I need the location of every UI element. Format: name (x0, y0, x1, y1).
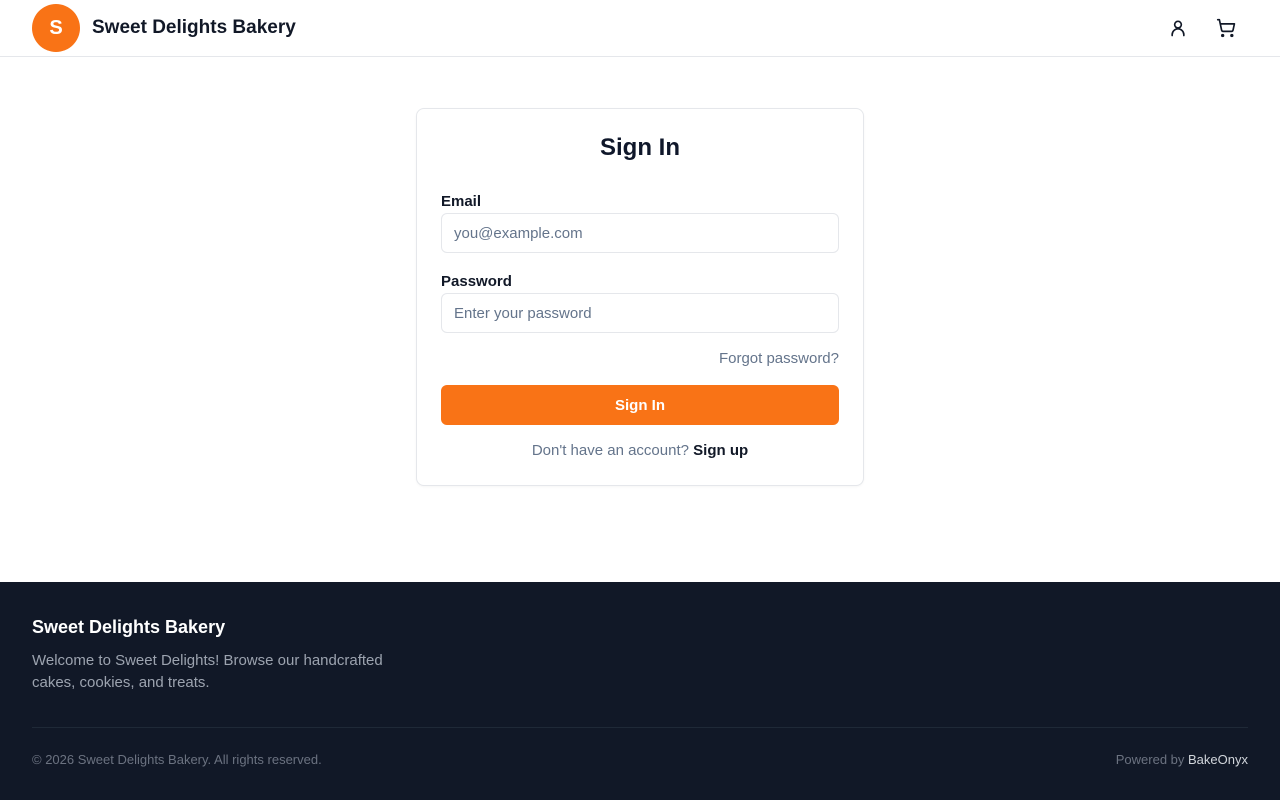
cart-button[interactable] (1210, 12, 1242, 44)
account-button[interactable] (1162, 12, 1194, 44)
email-label: Email (441, 193, 482, 210)
signin-card: Sign In Email Password Forgot password? … (416, 108, 864, 486)
signin-title: Sign In (600, 134, 680, 161)
powered-by: Powered by BakeOnyx (1116, 752, 1248, 767)
signup-prompt: Don't have an account? (531, 442, 689, 459)
signup-row: Don't have an account? Sign up (417, 442, 863, 459)
powered-by-link[interactable]: BakeOnyx (1188, 752, 1248, 767)
brand-home-link[interactable]: S Sweet Delights Bakery (32, 4, 296, 52)
brand-logo-avatar: S (32, 4, 80, 52)
site-footer: Sweet Delights Bakery Welcome to Sweet D… (0, 582, 1280, 800)
site-header: S Sweet Delights Bakery (0, 0, 1280, 57)
password-input[interactable] (441, 293, 839, 333)
password-label: Password (441, 273, 512, 290)
email-input[interactable] (441, 213, 839, 253)
signup-link[interactable]: Sign up (693, 442, 748, 459)
user-icon (1171, 20, 1185, 37)
brand-name: Sweet Delights Bakery (92, 17, 296, 38)
powered-by-prefix: Powered by (1115, 752, 1185, 767)
footer-title: Sweet Delights Bakery (32, 617, 226, 637)
forgot-password-link[interactable]: Forgot password? (719, 350, 839, 367)
signin-button[interactable]: Sign In (441, 385, 839, 425)
footer-divider (32, 727, 1248, 728)
copyright-text: © 2026 Sweet Delights Bakery. All rights… (32, 752, 322, 767)
footer-description: Welcome to Sweet Delights! Browse our ha… (32, 652, 383, 691)
cart-icon (1216, 18, 1236, 38)
